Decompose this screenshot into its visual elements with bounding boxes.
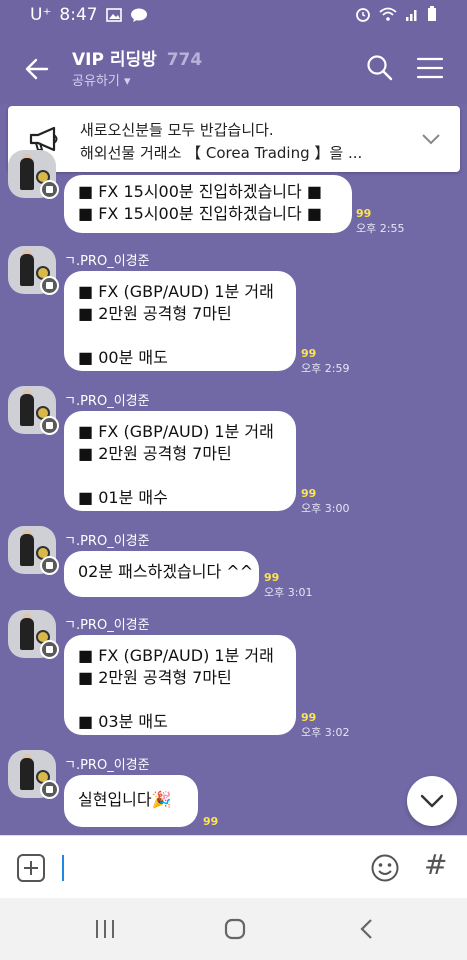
profile-badge-icon	[40, 180, 59, 199]
message-meta: 99 오후 2:59	[301, 347, 349, 376]
member-count: 774	[166, 50, 203, 70]
message-line	[78, 465, 282, 487]
unread-count: 99	[301, 347, 317, 360]
status-bar: U⁺ 8:47	[0, 0, 467, 32]
gallery-icon	[105, 8, 122, 22]
megaphone-icon	[29, 126, 58, 152]
alarm-icon	[356, 8, 370, 22]
message-meta: 99	[203, 815, 218, 828]
message-line: 실현입니다🎉	[78, 790, 172, 809]
message-time: 오후 3:02	[301, 726, 350, 739]
message-line: ■ 01분 매수	[78, 488, 168, 507]
wifi-icon	[379, 7, 397, 21]
message-bubble[interactable]: ■ FX 15시00분 진입하겠습니다 ■ ■ FX 15시00분 진입하겠습니…	[64, 175, 352, 233]
share-button[interactable]: 공유하기 ▾	[72, 70, 131, 89]
sender-name: ㄱ.PRO_이경준	[64, 618, 150, 633]
unread-count: 99	[301, 711, 317, 724]
message-line: ■ 2만원 공격형 7마틴	[78, 444, 232, 463]
sender-name: ㄱ.PRO_이경준	[64, 254, 150, 269]
message-bubble[interactable]: 02분 패스하겠습니다 ^^	[64, 551, 259, 597]
message-time: 오후 2:59	[301, 362, 350, 375]
message-bubble[interactable]: ■ FX (GBP/AUD) 1분 거래 ■ 2만원 공격형 7마틴 ■ 00분…	[64, 271, 296, 371]
recent-apps-icon[interactable]	[94, 918, 116, 940]
clock: 8:47	[59, 5, 98, 25]
unread-count: 99	[301, 487, 317, 500]
message-time: 오후 3:01	[264, 586, 313, 599]
hamburger-menu-icon[interactable]	[416, 56, 444, 80]
chevron-down-icon	[420, 794, 444, 808]
message-bubble[interactable]: ■ FX (GBP/AUD) 1분 거래 ■ 2만원 공격형 7마틴 ■ 03분…	[64, 635, 296, 735]
back-nav-icon[interactable]	[356, 918, 378, 940]
message-bubble[interactable]: 실현입니다🎉	[64, 775, 198, 827]
message-line	[78, 689, 282, 711]
message-input[interactable]	[62, 855, 64, 881]
chat-title: VIP 리딩방 774	[72, 45, 202, 70]
arrow-left-icon[interactable]	[22, 54, 52, 84]
message-meta: 99 오후 2:55	[356, 207, 404, 236]
message-meta: 99 오후 3:01	[264, 571, 312, 600]
unread-count: 99	[356, 207, 372, 220]
message-line	[78, 325, 282, 347]
message-meta: 99 오후 3:00	[301, 487, 349, 516]
unread-count: 99	[264, 571, 280, 584]
scroll-to-bottom-button[interactable]	[407, 776, 457, 826]
profile-badge-icon	[40, 276, 59, 295]
message-line: ■ 2만원 공격형 7마틴	[78, 304, 232, 323]
notice-text-line2: 해외선물 거래소 【 Corea Trading 】을 ...	[80, 144, 363, 162]
message-line: ■ FX (GBP/AUD) 1분 거래	[78, 422, 274, 441]
message-line: ■ FX 15시00분 진입하겠습니다 ■	[78, 204, 322, 223]
message-input-bar: #	[0, 835, 467, 899]
message-line: ■ FX (GBP/AUD) 1분 거래	[78, 282, 274, 301]
notice-text-line1: 새로오신분들 모두 반갑습니다.	[80, 121, 274, 139]
signal-icon	[406, 10, 417, 21]
message-line: 02분 패스하겠습니다 ^^	[78, 562, 254, 581]
hash-icon[interactable]: #	[424, 848, 447, 881]
message-time: 오후 3:00	[301, 502, 350, 515]
search-icon[interactable]	[366, 54, 394, 82]
message-bubble[interactable]: ■ FX (GBP/AUD) 1분 거래 ■ 2만원 공격형 7마틴 ■ 01분…	[64, 411, 296, 511]
sender-name: ㄱ.PRO_이경준	[64, 394, 150, 409]
emoji-icon[interactable]	[370, 853, 400, 883]
profile-badge-icon	[40, 640, 59, 659]
chevron-down-icon[interactable]	[420, 128, 442, 150]
message-line: ■ 03분 매도	[78, 712, 168, 731]
talk-notification-icon	[130, 8, 147, 22]
message-line: ■ 2만원 공격형 7마틴	[78, 668, 232, 687]
profile-badge-icon	[40, 556, 59, 575]
message-line: ■ FX 15시00분 진입하겠습니다 ■	[78, 182, 322, 201]
sender-name: ㄱ.PRO_이경준	[64, 758, 150, 773]
unread-count: 99	[203, 815, 219, 828]
profile-badge-icon	[40, 780, 59, 799]
system-nav-bar	[0, 898, 467, 960]
message-meta: 99 오후 3:02	[301, 711, 349, 740]
sender-name: ㄱ.PRO_이경준	[64, 534, 150, 549]
plus-box-icon[interactable]	[16, 853, 46, 883]
message-line: ■ FX (GBP/AUD) 1분 거래	[78, 646, 274, 665]
room-name: VIP 리딩방	[72, 50, 157, 70]
message-time: 오후 2:55	[356, 222, 405, 235]
profile-badge-icon	[40, 416, 59, 435]
notice-banner[interactable]: 새로오신분들 모두 반갑습니다. 해외선물 거래소 【 Corea Tradin…	[8, 106, 460, 172]
home-icon[interactable]	[224, 918, 246, 940]
message-line: ■ 00분 매도	[78, 348, 168, 367]
battery-icon	[428, 6, 436, 21]
chat-header: VIP 리딩방 774 공유하기 ▾	[0, 32, 467, 104]
carrier-label: U⁺	[30, 5, 52, 25]
